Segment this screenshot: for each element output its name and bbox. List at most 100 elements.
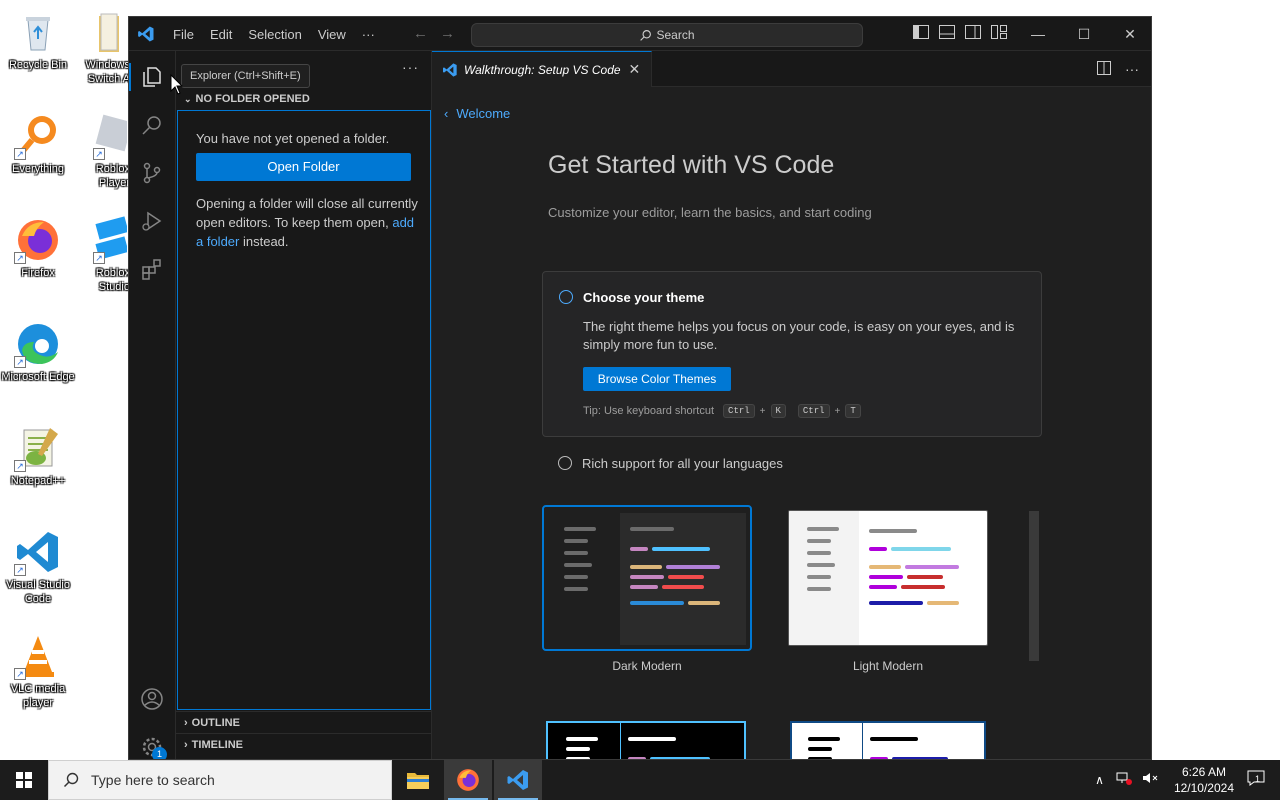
- chevron-left-icon: ‹: [444, 106, 449, 121]
- preview-line: [807, 563, 835, 567]
- desktop-icon-roblox-player[interactable]: ↗ Roblox Player: [76, 112, 130, 190]
- desktop-icon-roblox-studio[interactable]: ↗ Roblox Studio: [76, 216, 130, 294]
- volume-icon[interactable]: [1142, 771, 1158, 790]
- info-text-before: Opening a folder will close all currentl…: [196, 196, 418, 230]
- theme-preview: [550, 513, 746, 645]
- desktop-icon-vscode[interactable]: ↗ Visual Studio Code: [0, 528, 76, 606]
- desktop-icon-label: Recycle Bin: [8, 59, 68, 71]
- desktop-icon-vlc[interactable]: ↗ VLC media player: [0, 632, 76, 710]
- theme-dark-high-contrast[interactable]: [546, 721, 746, 759]
- search-placeholder: Type here to search: [91, 772, 215, 788]
- timeline-section[interactable]: › TIMELINE: [176, 733, 432, 755]
- activity-bar: 1: [129, 51, 176, 759]
- step-radio-icon[interactable]: [558, 456, 572, 470]
- desktop-icon-firefox[interactable]: ↗ Firefox: [0, 216, 76, 280]
- taskbar-vscode[interactable]: [494, 760, 542, 800]
- split-editor-icon[interactable]: [1097, 61, 1111, 78]
- preview-line: [630, 547, 648, 551]
- open-folder-button[interactable]: Open Folder: [196, 153, 411, 181]
- tab-walkthrough[interactable]: Walkthrough: Setup VS Code ✕: [432, 51, 652, 87]
- preview-line: [869, 585, 897, 589]
- outline-section[interactable]: › OUTLINE: [176, 711, 432, 733]
- chevron-up-icon[interactable]: ∧: [1095, 773, 1104, 787]
- section-title: NO FOLDER OPENED: [195, 93, 310, 105]
- preview-line: [807, 527, 839, 531]
- vscode-logo-icon: [443, 62, 457, 77]
- desktop-icon-windows-switch[interactable]: Windows Switch A: [72, 8, 130, 86]
- preview-line: [927, 601, 959, 605]
- menu-file[interactable]: File: [165, 27, 202, 42]
- forward-arrow-icon[interactable]: →: [440, 25, 455, 42]
- windows-logo-icon: [16, 772, 32, 788]
- vscode-icon: [507, 770, 528, 790]
- theme-light-modern[interactable]: [788, 510, 988, 646]
- browse-color-themes-button[interactable]: Browse Color Themes: [583, 367, 731, 391]
- maximize-icon[interactable]: ☐: [1061, 17, 1107, 51]
- title-bar: File Edit Selection View ··· ← → Search —…: [129, 17, 1151, 51]
- preview-line: [566, 747, 590, 751]
- desktop-icon-everything[interactable]: ↗ Everything: [0, 112, 76, 176]
- editor-actions: ···: [1083, 61, 1139, 78]
- clock[interactable]: 6:26 AM 12/10/2024: [1174, 764, 1234, 796]
- explorer-sidebar: ··· ⌄ NO FOLDER OPENED You have not yet o…: [176, 51, 432, 759]
- desktop-icon-edge[interactable]: ↗ Microsoft Edge: [0, 320, 76, 384]
- close-icon[interactable]: ✕: [1107, 17, 1151, 51]
- theme-light-high-contrast[interactable]: [790, 721, 986, 759]
- desktop-icon-recycle-bin[interactable]: Recycle Bin: [0, 8, 76, 72]
- search-icon[interactable]: [140, 113, 164, 137]
- roblox-player-icon: ↗: [79, 112, 130, 160]
- tab-close-icon[interactable]: ✕: [629, 61, 641, 78]
- toggle-panel-icon[interactable]: [939, 25, 957, 41]
- menu-more[interactable]: ···: [354, 27, 383, 42]
- taskbar-file-explorer[interactable]: [394, 760, 442, 800]
- extensions-icon[interactable]: [140, 257, 164, 281]
- minimize-icon[interactable]: —: [1015, 17, 1061, 51]
- menu-selection[interactable]: Selection: [240, 27, 309, 42]
- desktop-icon-label: Visual Studio Code: [5, 579, 70, 605]
- section-no-folder[interactable]: ⌄ NO FOLDER OPENED: [176, 88, 432, 110]
- preview-divider: [620, 723, 621, 759]
- theme-dark-modern[interactable]: [542, 505, 752, 651]
- everything-search-icon: ↗: [14, 112, 62, 160]
- start-button[interactable]: [0, 760, 48, 800]
- toggle-primary-sidebar-icon[interactable]: [913, 25, 931, 41]
- nav-arrows: ← →: [413, 25, 467, 42]
- preview-line: [630, 565, 662, 569]
- desktop-icon-label: Everything: [12, 163, 64, 175]
- step-rich-languages[interactable]: Rich support for all your languages: [582, 456, 783, 471]
- back-arrow-icon[interactable]: ←: [413, 25, 428, 42]
- menu-view[interactable]: View: [310, 27, 354, 42]
- source-control-icon[interactable]: [140, 161, 164, 185]
- shortcut-arrow-icon: ↗: [14, 564, 26, 576]
- back-to-welcome[interactable]: ‹ Welcome: [444, 106, 510, 121]
- notification-count: 1: [1255, 773, 1261, 784]
- sidebar-more-actions[interactable]: ···: [402, 59, 419, 75]
- customize-layout-icon[interactable]: [991, 25, 1009, 41]
- preview-line: [564, 551, 588, 555]
- network-icon[interactable]: [1116, 771, 1132, 790]
- page-subtitle: Customize your editor, learn the basics,…: [548, 205, 872, 220]
- layout-controls: [913, 25, 1017, 41]
- step-choose-theme[interactable]: Choose your theme The right theme helps …: [542, 271, 1042, 437]
- command-center-search[interactable]: Search: [471, 23, 863, 47]
- page-title: Get Started with VS Code: [548, 151, 835, 179]
- taskbar-search[interactable]: Type here to search: [48, 760, 392, 800]
- themes-scrollbar[interactable]: [1029, 511, 1039, 661]
- menu-edit[interactable]: Edit: [202, 27, 240, 42]
- desktop-icon-notepadpp[interactable]: ↗ Notepad++: [0, 424, 76, 488]
- desktop-icon-label: Firefox: [21, 267, 55, 279]
- explorer-icon[interactable]: [140, 65, 164, 89]
- chevron-down-icon: ⌄: [184, 94, 192, 104]
- preview-line: [630, 601, 684, 605]
- notification-center-icon[interactable]: 1: [1246, 769, 1266, 792]
- preview-line: [564, 539, 588, 543]
- shortcut-arrow-icon: ↗: [93, 148, 105, 160]
- search-label: Search: [656, 28, 695, 42]
- vlc-icon: ↗: [14, 632, 62, 680]
- taskbar-firefox[interactable]: [444, 760, 492, 800]
- accounts-icon[interactable]: [140, 687, 164, 711]
- more-actions-icon[interactable]: ···: [1125, 61, 1139, 78]
- run-debug-icon[interactable]: [140, 209, 164, 233]
- preview-line: [807, 551, 831, 555]
- toggle-secondary-sidebar-icon[interactable]: [965, 25, 983, 41]
